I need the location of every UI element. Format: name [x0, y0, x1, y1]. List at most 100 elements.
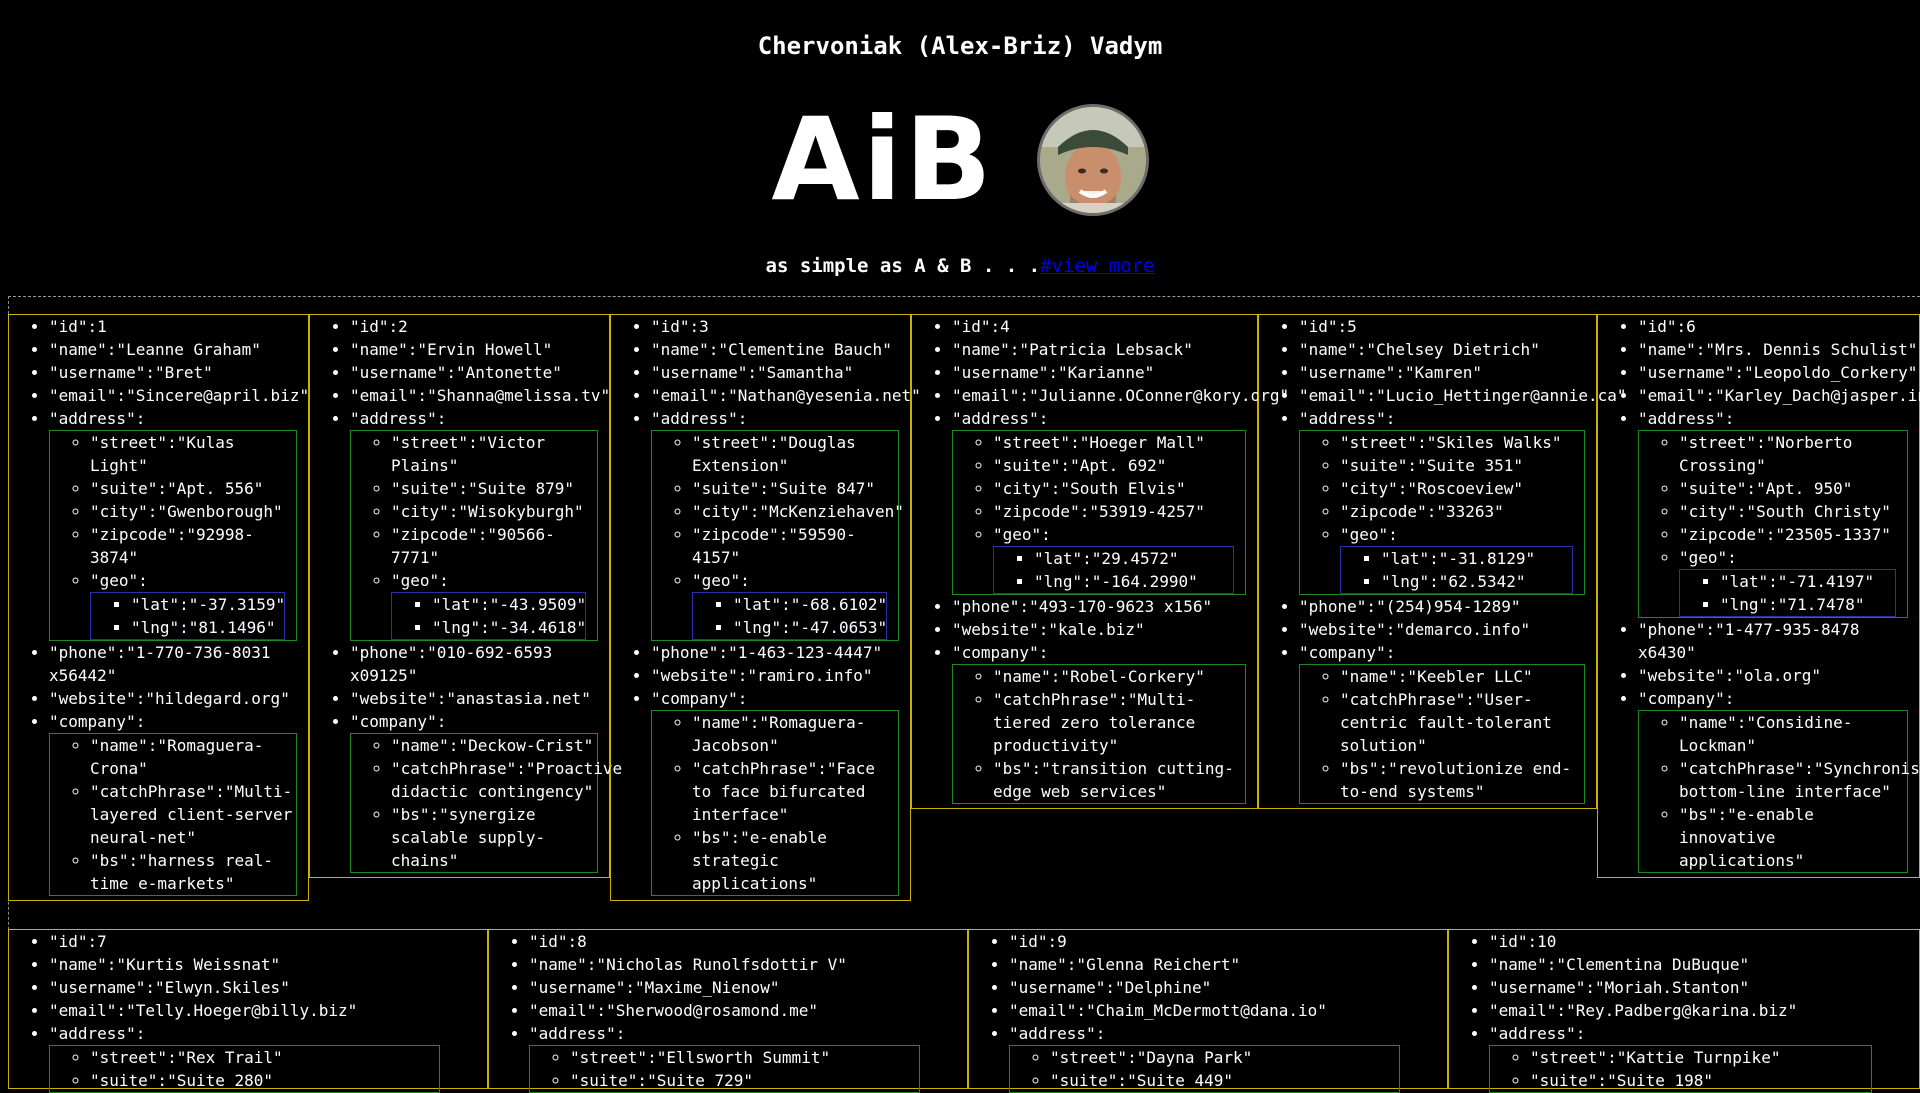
address-zipcode: "zipcode":"90566-7771": [391, 523, 597, 569]
geo-label: "geo":: [993, 525, 1051, 544]
address-zipcode: "zipcode":"33263": [1340, 500, 1584, 523]
user-id: "id":9: [1009, 930, 1447, 953]
company-bs: "bs":"synergize scalable supply-chains": [391, 803, 597, 872]
company-list: "name":"Considine-Lockman" "catchPhrase"…: [1638, 710, 1920, 873]
user-card: "id":1 "name":"Leanne Graham" "username"…: [8, 314, 309, 901]
geo-label: "geo":: [1340, 525, 1398, 544]
company-list: "name":"Robel-Corkery" "catchPhrase":"Mu…: [952, 664, 1246, 804]
geo-lat: "lat":"-43.9509": [432, 593, 586, 616]
view-more-link[interactable]: #view more: [1040, 255, 1154, 277]
user-card: "id":4 "name":"Patricia Lebsack" "userna…: [911, 314, 1289, 809]
user-website: "website":"anastasia.net": [350, 687, 609, 710]
users-row-2: "id":7 "name":"Kurtis Weissnat" "usernam…: [8, 929, 1920, 1093]
user-name: "name":"Patricia Lebsack": [952, 338, 1257, 361]
address-street: "street":"Hoeger Mall": [993, 431, 1245, 454]
address-label: "address":: [952, 409, 1049, 428]
user-phone: "phone":"(254)954-1289": [1299, 595, 1596, 618]
company-catchphrase: "catchPhrase":"Synchronised bottom-line …: [1679, 757, 1920, 803]
address-city: "city":"Roscoeview": [1340, 477, 1584, 500]
user-phone: "phone":"1-770-736-8031 x56442": [49, 641, 308, 687]
user-card: "id":6 "name":"Mrs. Dennis Schulist" "us…: [1597, 314, 1920, 878]
address-label: "address":: [350, 409, 447, 428]
address-street: "street":"Dayna Park": [1050, 1046, 1399, 1069]
address-suite: "suite":"Apt. 950": [1679, 477, 1907, 500]
company-catchphrase: "catchPhrase":"Face to face bifurcated i…: [692, 757, 898, 826]
address-suite: "suite":"Apt. 556": [90, 477, 296, 500]
user-username: "username":"Delphine": [1009, 976, 1447, 999]
company-name: "name":"Considine-Lockman": [1679, 711, 1907, 757]
user-card: "id":5 "name":"Chelsey Dietrich" "userna…: [1258, 314, 1627, 809]
user-id: "id":10: [1489, 930, 1919, 953]
company-label: "company":: [1299, 643, 1396, 662]
address-list: "street":"Kulas Light" "suite":"Apt. 556…: [49, 430, 297, 641]
user-email: "email":"Telly.Hoeger@billy.biz": [49, 999, 487, 1022]
geo-lng: "lng":"71.7478": [1720, 593, 1895, 616]
geo-label: "geo":: [90, 571, 148, 590]
user-id: "id":5: [1299, 315, 1596, 338]
user-email: "email":"Karley_Dach@jasper.info": [1638, 384, 1920, 407]
company-name: "name":"Romaguera-Crona": [90, 734, 296, 780]
address-street: "street":"Douglas Extension": [692, 431, 898, 477]
company-list: "name":"Romaguera-Crona" "catchPhrase":"…: [49, 733, 297, 896]
user-id: "id":1: [49, 315, 308, 338]
address-list: "street":"Rex Trail" "suite":"Suite 280": [49, 1045, 440, 1093]
hero: AiB: [0, 100, 1920, 220]
geo-lat: "lat":"-31.8129": [1381, 547, 1572, 570]
user-id: "id":8: [529, 930, 967, 953]
user-username: "username":"Kamren": [1299, 361, 1596, 384]
address-suite: "suite":"Suite 729": [570, 1069, 919, 1092]
company-bs: "bs":"e-enable strategic applications": [692, 826, 898, 895]
user-card: "id":3 "name":"Clementine Bauch" "userna…: [610, 314, 921, 901]
company-label: "company":: [952, 643, 1049, 662]
user-name: "name":"Ervin Howell": [350, 338, 609, 361]
user-email: "email":"Rey.Padberg@karina.biz": [1489, 999, 1919, 1022]
user-card: "id":10 "name":"Clementina DuBuque" "use…: [1448, 929, 1920, 1093]
geo-list: "lat":"29.4572" "lng":"-164.2990": [993, 546, 1234, 594]
user-email: "email":"Sincere@april.biz": [49, 384, 309, 407]
address-suite: "suite":"Suite 449": [1050, 1069, 1399, 1092]
address-zipcode: "zipcode":"53919-4257": [993, 500, 1245, 523]
company-catchphrase: "catchPhrase":"Proactive didactic contin…: [391, 757, 622, 803]
tagline-text: as simple as A & B . . .: [765, 255, 1041, 277]
company-bs: "bs":"transition cutting-edge web servic…: [993, 757, 1245, 803]
address-city: "city":"South Elvis": [993, 477, 1245, 500]
address-label: "address":: [49, 409, 146, 428]
user-website: "website":"hildegard.org": [49, 687, 308, 710]
user-email: "email":"Lucio_Hettinger@annie.ca": [1299, 384, 1627, 407]
user-card: "id":9 "name":"Glenna Reichert" "usernam…: [968, 929, 1448, 1093]
user-username: "username":"Elwyn.Skiles": [49, 976, 487, 999]
company-bs: "bs":"harness real-time e-markets": [90, 849, 296, 895]
address-list: "street":"Kattie Turnpike" "suite":"Suit…: [1489, 1045, 1872, 1093]
geo-lng: "lng":"-164.2990": [1034, 570, 1233, 593]
geo-lat: "lat":"-37.3159": [131, 593, 285, 616]
address-suite: "suite":"Apt. 692": [993, 454, 1245, 477]
user-card: "id":2 "name":"Ervin Howell" "username":…: [309, 314, 622, 878]
user-phone: "phone":"1-463-123-4447": [651, 641, 910, 664]
company-list: "name":"Deckow-Crist" "catchPhrase":"Pro…: [350, 733, 622, 873]
address-suite: "suite":"Suite 280": [90, 1069, 439, 1092]
user-name: "name":"Mrs. Dennis Schulist": [1638, 338, 1919, 361]
address-street: "street":"Ellsworth Summit": [570, 1046, 919, 1069]
user-username: "username":"Karianne": [952, 361, 1257, 384]
address-street: "street":"Rex Trail": [90, 1046, 439, 1069]
address-suite: "suite":"Suite 351": [1340, 454, 1584, 477]
user-website: "website":"kale.biz": [952, 618, 1257, 641]
user-website: "website":"ola.org": [1638, 664, 1919, 687]
address-city: "city":"Gwenborough": [90, 500, 296, 523]
users-row-1: "id":1 "name":"Leanne Graham" "username"…: [8, 314, 1920, 901]
address-list: "street":"Ellsworth Summit" "suite":"Sui…: [529, 1045, 920, 1093]
user-email: "email":"Shanna@melissa.tv": [350, 384, 610, 407]
user-name: "name":"Nicholas Runolfsdottir V": [529, 953, 967, 976]
company-name: "name":"Keebler LLC": [1340, 665, 1584, 688]
user-name: "name":"Clementine Bauch": [651, 338, 910, 361]
company-label: "company":: [350, 712, 447, 731]
author-name: Chervoniak (Alex-Briz) Vadym: [757, 32, 1163, 60]
geo-label: "geo":: [391, 571, 449, 590]
company-label: "company":: [49, 712, 146, 731]
user-phone: "phone":"010-692-6593 x09125": [350, 641, 609, 687]
company-catchphrase: "catchPhrase":"Multi-layered client-serv…: [90, 780, 296, 849]
user-name: "name":"Clementina DuBuque": [1489, 953, 1919, 976]
address-street: "street":"Skiles Walks": [1340, 431, 1584, 454]
address-suite: "suite":"Suite 198": [1530, 1069, 1871, 1092]
user-card: "id":8 "name":"Nicholas Runolfsdottir V"…: [488, 929, 968, 1093]
